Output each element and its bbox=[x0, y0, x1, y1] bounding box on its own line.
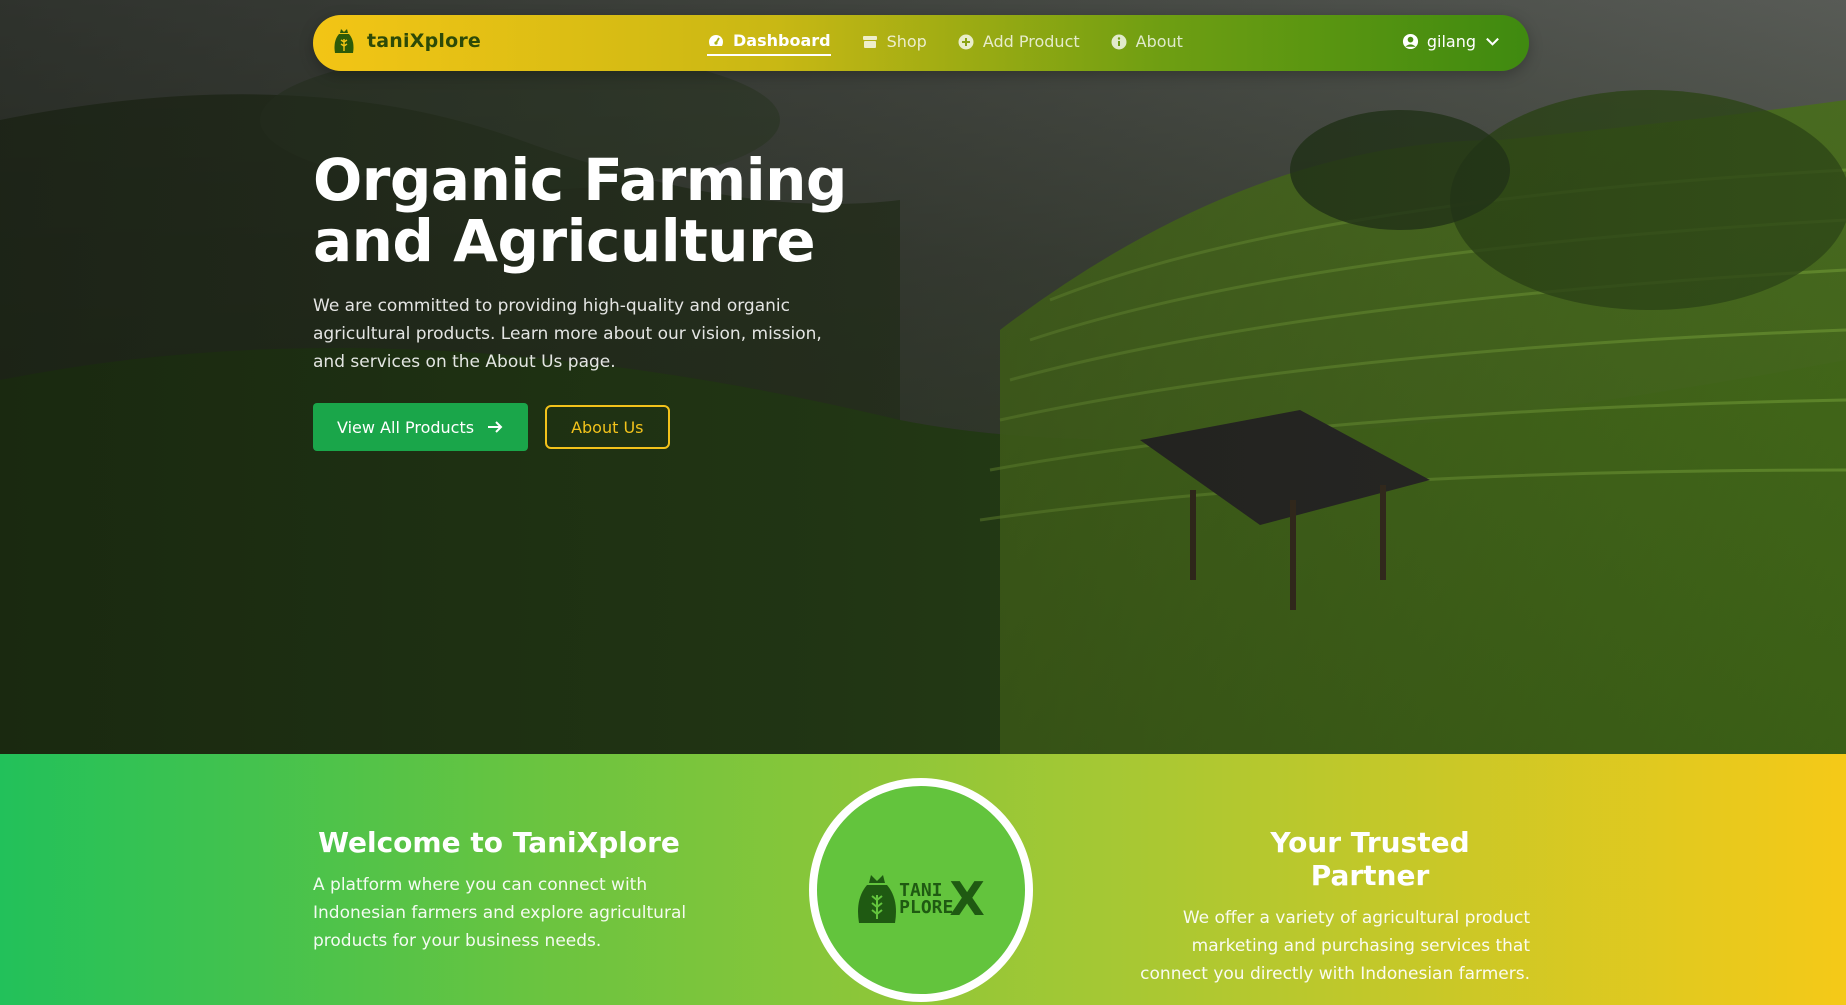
top-navbar: taniXplore Dashboard Shop Add Product Ab… bbox=[313, 15, 1529, 71]
brand-logo-badge: TANI PLORE X bbox=[809, 778, 1033, 1002]
hero-title-line2: and Agriculture bbox=[313, 207, 816, 275]
nav-item-add-product-label: Add Product bbox=[982, 32, 1080, 51]
brand-name: taniXplore bbox=[367, 30, 482, 52]
nav-links: Dashboard Shop Add Product About bbox=[707, 31, 1183, 56]
nav-item-dashboard[interactable]: Dashboard bbox=[707, 31, 831, 56]
gauge-icon bbox=[709, 34, 723, 46]
hero-overlay bbox=[0, 0, 1846, 754]
plus-circle-icon bbox=[958, 34, 974, 49]
nav-item-about-label: About bbox=[1135, 32, 1183, 51]
hero-content: Organic Farming and Agriculture We are c… bbox=[313, 150, 873, 376]
tanixplore-logo: TANI PLORE X bbox=[857, 872, 985, 926]
chevron-down-icon bbox=[1486, 37, 1499, 46]
view-all-products-label: View All Products bbox=[337, 417, 475, 437]
user-menu-dropdown[interactable]: gilang bbox=[1402, 32, 1501, 51]
hero-title-line1: Organic Farming bbox=[313, 146, 847, 214]
logo-letter-x: X bbox=[949, 872, 985, 926]
brand[interactable]: taniXplore bbox=[333, 27, 481, 55]
view-all-products-button[interactable]: View All Products bbox=[313, 403, 529, 451]
info-circle-icon bbox=[1111, 34, 1127, 49]
hero-title: Organic Farming and Agriculture bbox=[313, 150, 873, 272]
hero-actions: View All Products About Us bbox=[313, 403, 670, 451]
nav-item-add-product[interactable]: Add Product bbox=[957, 32, 1080, 55]
hero-section bbox=[0, 0, 1846, 754]
seed-bag-logo-icon bbox=[334, 29, 354, 53]
partner-title: Your Trusted Partner bbox=[1270, 826, 1470, 892]
nav-item-about[interactable]: About bbox=[1110, 32, 1183, 55]
partner-text: We offer a variety of agricultural produ… bbox=[1140, 908, 1530, 984]
user-name: gilang bbox=[1426, 32, 1476, 51]
logo-wordmark: TANI PLORE bbox=[899, 882, 954, 918]
about-us-button[interactable]: About Us bbox=[545, 405, 670, 449]
seed-bag-icon bbox=[858, 875, 897, 923]
store-icon bbox=[862, 35, 877, 48]
welcome-title: Welcome to TaniXplore bbox=[318, 826, 680, 859]
user-circle-icon bbox=[1402, 33, 1418, 50]
nav-item-shop[interactable]: Shop bbox=[861, 32, 927, 55]
welcome-text: A platform where you can connect with In… bbox=[313, 875, 687, 951]
arrow-right-icon bbox=[488, 421, 503, 433]
logo-word-plore: PLORE bbox=[899, 897, 954, 918]
nav-item-dashboard-label: Dashboard bbox=[733, 31, 831, 50]
welcome-block: Welcome to TaniXplore A platform where y… bbox=[313, 826, 713, 955]
hero-description: We are committed to providing high-quali… bbox=[313, 296, 822, 372]
partner-block: Your Trusted Partner We offer a variety … bbox=[1130, 826, 1530, 988]
nav-item-shop-label: Shop bbox=[886, 32, 927, 51]
